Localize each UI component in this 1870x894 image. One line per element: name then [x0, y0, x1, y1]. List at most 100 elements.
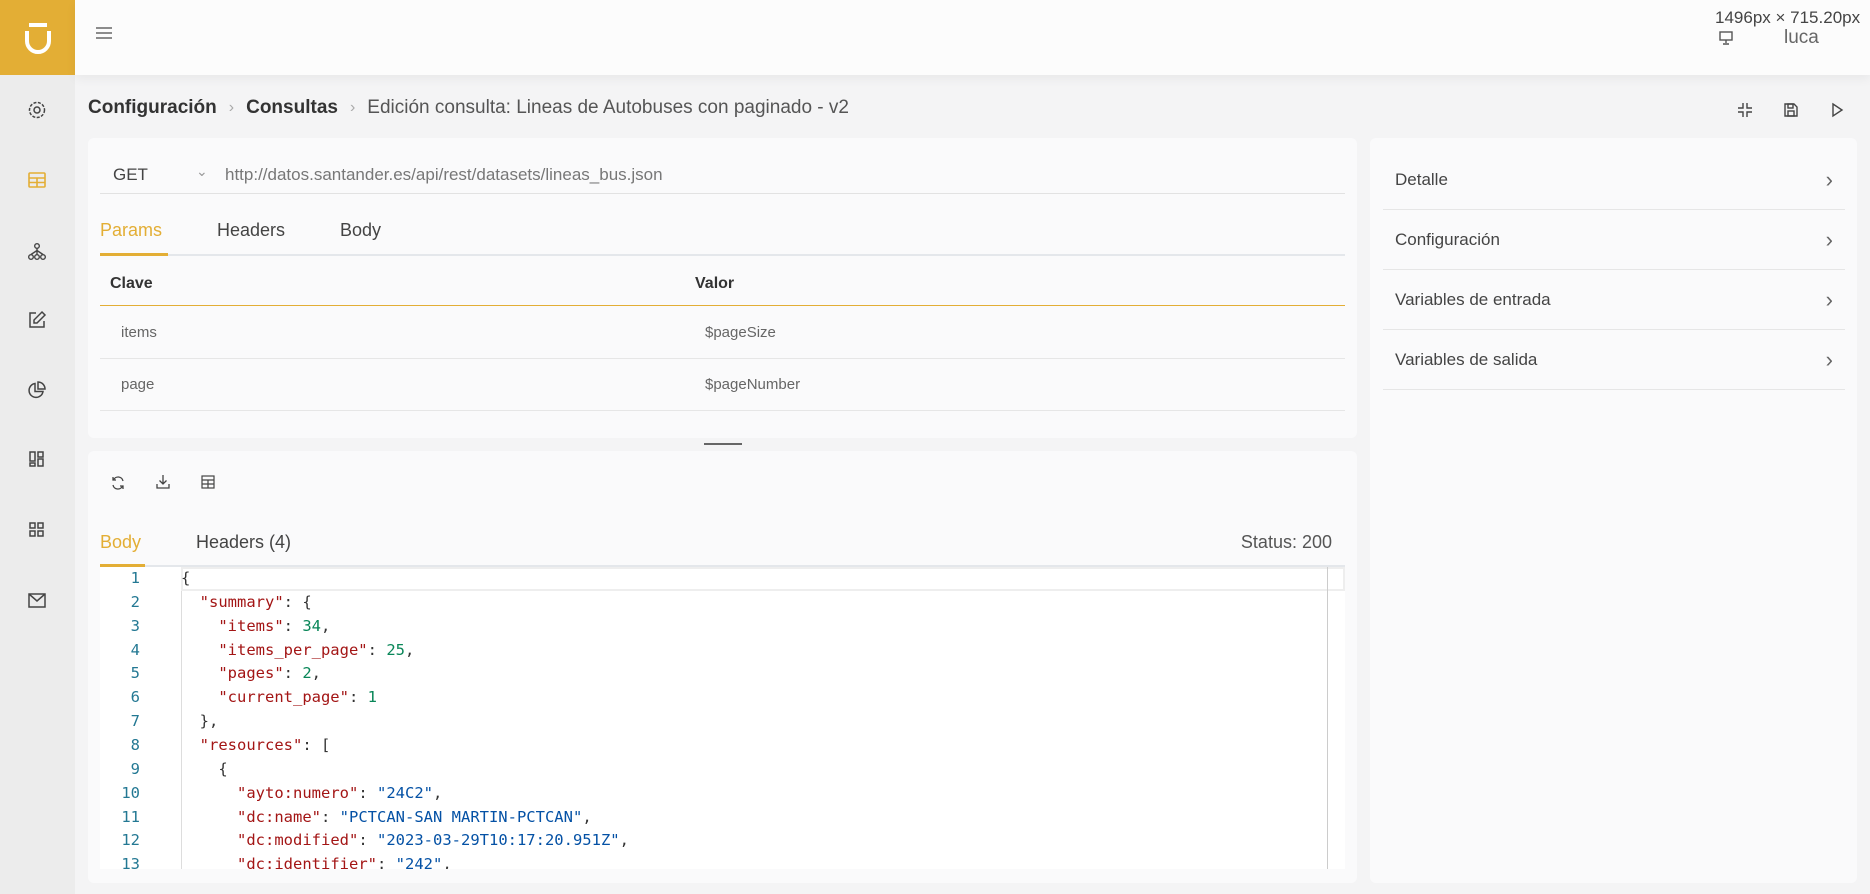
- app-logo[interactable]: [0, 0, 75, 75]
- active-tab-indicator: [100, 253, 168, 256]
- line-number: 12: [121, 831, 140, 850]
- line-number: 10: [121, 783, 140, 802]
- breadcrumb: Configuración › Consultas › Edición cons…: [88, 97, 849, 119]
- code-line: 3 "items": 34,: [100, 615, 331, 639]
- param-value[interactable]: $pageSize: [705, 324, 776, 341]
- code-line: 1{: [100, 567, 191, 591]
- line-number: 6: [130, 688, 140, 707]
- side-panel-item[interactable]: Detalle ›: [1383, 150, 1845, 210]
- monitor-icon: [1718, 30, 1734, 51]
- status-code: Status: 200: [1240, 532, 1332, 552]
- line-content: {: [181, 569, 191, 587]
- line-number: 5: [130, 664, 140, 683]
- breadcrumb-configuracion[interactable]: Configuración: [88, 97, 217, 119]
- param-key[interactable]: page: [121, 376, 154, 393]
- side-panel-item-label: Variables de salida: [1395, 349, 1538, 369]
- side-panel-item[interactable]: Variables de salida ›: [1383, 330, 1845, 390]
- side-panel-item-label: Detalle: [1395, 169, 1448, 189]
- column-header-clave: Clave: [110, 275, 153, 292]
- side-panel-item-label: Configuración: [1395, 229, 1500, 249]
- line-content: {: [181, 759, 228, 778]
- code-line: 2 "summary": {: [100, 591, 312, 615]
- line-content: "items": 34,: [218, 616, 331, 635]
- save-icon[interactable]: [1778, 97, 1804, 123]
- code-line: 7 },: [100, 710, 219, 734]
- breadcrumb-consultas[interactable]: Consultas: [246, 97, 338, 119]
- chevron-right-icon: ›: [1825, 166, 1833, 192]
- chevron-right-icon: ›: [349, 99, 356, 116]
- chevron-right-icon: ›: [1825, 226, 1833, 252]
- line-content: "current_page": 1: [218, 688, 377, 707]
- side-panel-item-label: Variables de entrada: [1395, 289, 1551, 309]
- refresh-icon[interactable]: [110, 475, 126, 496]
- grid-icon[interactable]: [18, 511, 56, 549]
- line-content: },: [181, 712, 219, 731]
- column-header-valor: Valor: [695, 275, 735, 292]
- chevron-right-icon: ›: [1825, 286, 1833, 312]
- code-line: 13 "dc:identifier": "242",: [100, 853, 452, 869]
- settings-icon[interactable]: [18, 91, 56, 129]
- download-icon[interactable]: [155, 474, 171, 495]
- line-content: "pages": 2,: [218, 664, 322, 683]
- tab-bar-line: [100, 254, 1345, 256]
- chevron-right-icon: ›: [228, 99, 235, 116]
- code-line: 4 "items_per_page": 25,: [100, 639, 415, 663]
- tab-response-body[interactable]: Body: [100, 532, 141, 553]
- code-line: 8 "resources": [: [100, 734, 331, 758]
- line-number: 1: [130, 569, 140, 587]
- line-content: "resources": [: [199, 735, 331, 754]
- line-content: "dc:modified": "2023-03-29T10:17:20.951Z…: [237, 831, 629, 850]
- viewport-size: 1496px × 715.20px: [1715, 8, 1861, 27]
- line-number: 2: [130, 592, 140, 611]
- tab-body[interactable]: Body: [340, 220, 381, 241]
- run-icon[interactable]: [1824, 97, 1850, 123]
- url-input[interactable]: http://datos.santander.es/api/rest/datas…: [225, 165, 663, 185]
- code-line: 6 "current_page": 1: [100, 686, 377, 710]
- code-line: 10 "ayto:numero": "24C2",: [100, 782, 442, 806]
- tab-params[interactable]: Params: [100, 220, 162, 241]
- edit-icon[interactable]: [18, 301, 56, 339]
- pie-chart-icon[interactable]: [18, 371, 56, 409]
- mail-icon[interactable]: [18, 581, 56, 619]
- line-number: 7: [130, 712, 140, 731]
- line-number: 11: [121, 807, 140, 826]
- line-number: 8: [130, 735, 140, 754]
- code-line: 12 "dc:modified": "2023-03-29T10:17:20.9…: [100, 829, 629, 853]
- tab-headers[interactable]: Headers: [217, 220, 285, 241]
- line-number: 4: [130, 640, 140, 659]
- chevron-down-icon[interactable]: ⌄: [196, 163, 208, 180]
- scrollbar[interactable]: [1327, 567, 1328, 869]
- hierarchy-icon[interactable]: [18, 233, 56, 271]
- line-number: 9: [130, 759, 140, 778]
- table-row: items $pageSize: [100, 306, 1345, 359]
- line-content: "dc:identifier": "242",: [237, 855, 452, 869]
- method-select[interactable]: GET: [113, 165, 148, 185]
- chevron-right-icon: ›: [1825, 346, 1833, 372]
- code-editor[interactable]: 1{2 "summary": {3 "items": 34, 4 "items_p…: [100, 567, 1345, 869]
- current-line-highlight: [181, 567, 1345, 591]
- line-content: "items_per_page": 25,: [218, 640, 415, 659]
- line-content: "dc:name": "PCTCAN-SAN MARTIN-PCTCAN",: [237, 807, 592, 826]
- dashboard-icon[interactable]: [18, 440, 56, 478]
- line-number: 3: [130, 616, 140, 635]
- code-line: 5 "pages": 2,: [100, 662, 321, 686]
- side-panel-item[interactable]: Configuración ›: [1383, 210, 1845, 270]
- side-panel-item[interactable]: Variables de entrada ›: [1383, 270, 1845, 330]
- menu-icon[interactable]: [95, 26, 113, 45]
- table-view-icon[interactable]: [201, 475, 215, 494]
- table-icon[interactable]: [18, 161, 56, 199]
- line-content: "summary": {: [199, 592, 312, 611]
- top-bar: [75, 0, 1870, 75]
- param-value[interactable]: $pageNumber: [705, 376, 800, 393]
- user-name[interactable]: luca: [1784, 27, 1819, 49]
- tab-response-headers[interactable]: Headers (4): [196, 532, 291, 553]
- code-line: 9 {: [100, 758, 228, 782]
- collapse-icon[interactable]: [1732, 97, 1758, 123]
- resize-handle[interactable]: [704, 443, 742, 445]
- line-number: 13: [121, 855, 140, 869]
- line-content: "ayto:numero": "24C2",: [237, 783, 443, 802]
- breadcrumb-current: Edición consulta: Lineas de Autobuses co…: [367, 97, 849, 118]
- param-key[interactable]: items: [121, 324, 157, 341]
- divider: [100, 193, 1345, 194]
- table-row: page $pageNumber: [100, 359, 1345, 411]
